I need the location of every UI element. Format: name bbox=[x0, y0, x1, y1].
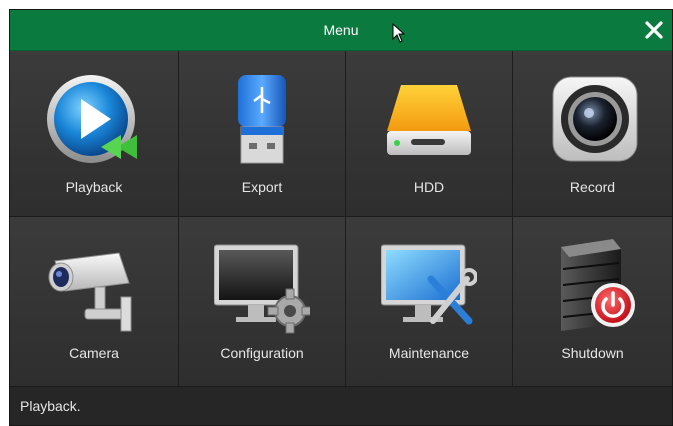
tile-label: Configuration bbox=[220, 345, 304, 361]
usb-drive-icon bbox=[238, 75, 286, 164]
monitor-gear-icon bbox=[214, 244, 310, 334]
title-bar: Menu bbox=[10, 10, 672, 51]
menu-window: Menu Playback Export HDD Record Camera C… bbox=[9, 9, 673, 426]
tile-label: Record bbox=[569, 179, 616, 195]
tile-label: Export bbox=[241, 179, 283, 195]
monitor-tools-icon bbox=[381, 244, 477, 325]
status-text: Playback. bbox=[20, 398, 81, 414]
hard-drive-icon bbox=[387, 85, 471, 155]
camera-lens-icon bbox=[552, 76, 638, 162]
tile-shutdown[interactable]: Shutdown bbox=[513, 217, 672, 386]
playback-icon bbox=[47, 75, 137, 163]
mouse-cursor-icon bbox=[392, 23, 406, 43]
tile-hdd[interactable]: HDD bbox=[346, 51, 513, 217]
security-camera-icon bbox=[48, 252, 132, 332]
tile-configuration[interactable]: Configuration bbox=[179, 217, 346, 386]
tile-maintenance[interactable]: Maintenance bbox=[346, 217, 513, 386]
tile-camera[interactable]: Camera bbox=[10, 217, 179, 386]
tile-label: Maintenance bbox=[388, 345, 470, 361]
tile-export[interactable]: Export bbox=[179, 51, 346, 217]
server-power-icon bbox=[561, 239, 635, 331]
menu-grid: Playback Export HDD Record Camera Config… bbox=[10, 51, 672, 386]
close-button[interactable] bbox=[636, 10, 672, 50]
tile-label: Playback bbox=[65, 179, 123, 195]
tile-record[interactable]: Record bbox=[513, 51, 672, 217]
tile-label: HDD bbox=[413, 179, 445, 195]
tile-label: Shutdown bbox=[561, 345, 624, 361]
window-title: Menu bbox=[323, 22, 359, 38]
tile-playback[interactable]: Playback bbox=[10, 51, 179, 217]
close-icon bbox=[645, 21, 663, 39]
tile-label: Camera bbox=[69, 345, 119, 361]
status-bar: Playback. bbox=[10, 386, 672, 425]
